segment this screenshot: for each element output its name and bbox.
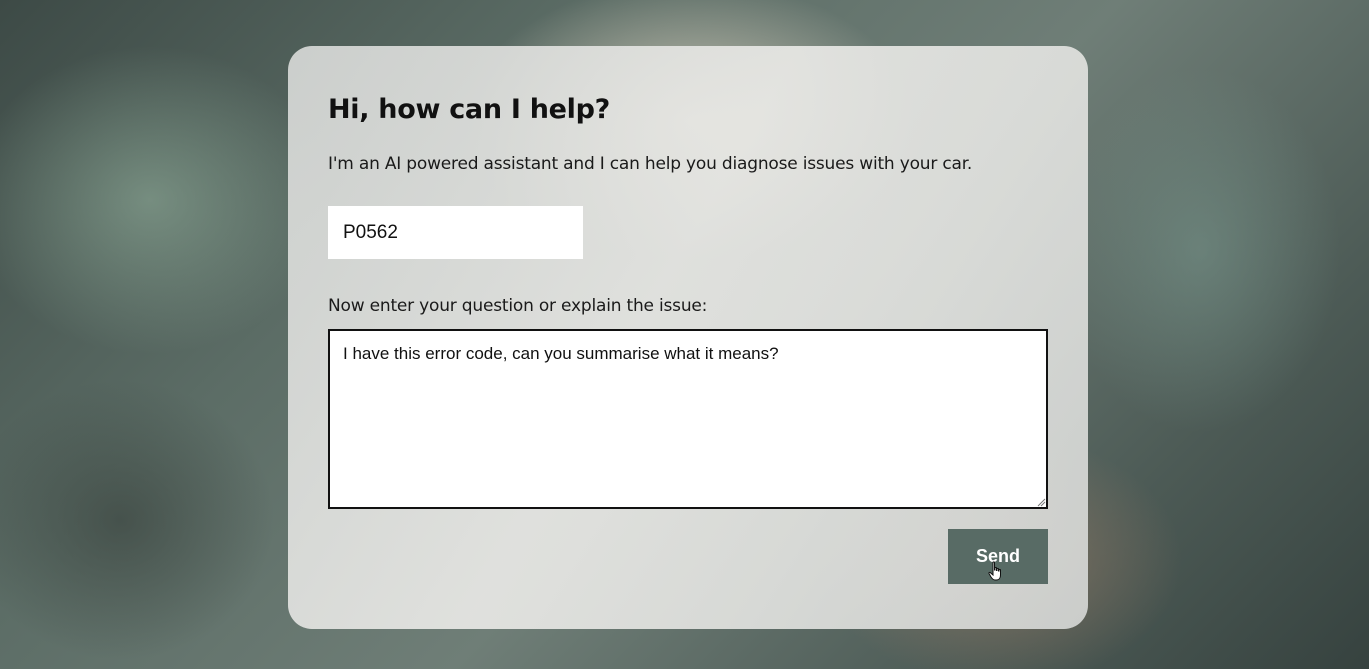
page-title: Hi, how can I help? — [328, 94, 610, 125]
question-textarea[interactable]: I have this error code, can you summaris… — [328, 329, 1048, 509]
resize-grip-icon[interactable] — [1037, 498, 1046, 507]
assistant-card: Hi, how can I help? I'm an AI powered as… — [288, 46, 1088, 629]
intro-text: I'm an AI powered assistant and I can he… — [328, 154, 973, 174]
error-code-input[interactable] — [328, 206, 583, 259]
send-button[interactable]: Send — [948, 529, 1048, 584]
question-label: Now enter your question or explain the i… — [328, 296, 708, 316]
